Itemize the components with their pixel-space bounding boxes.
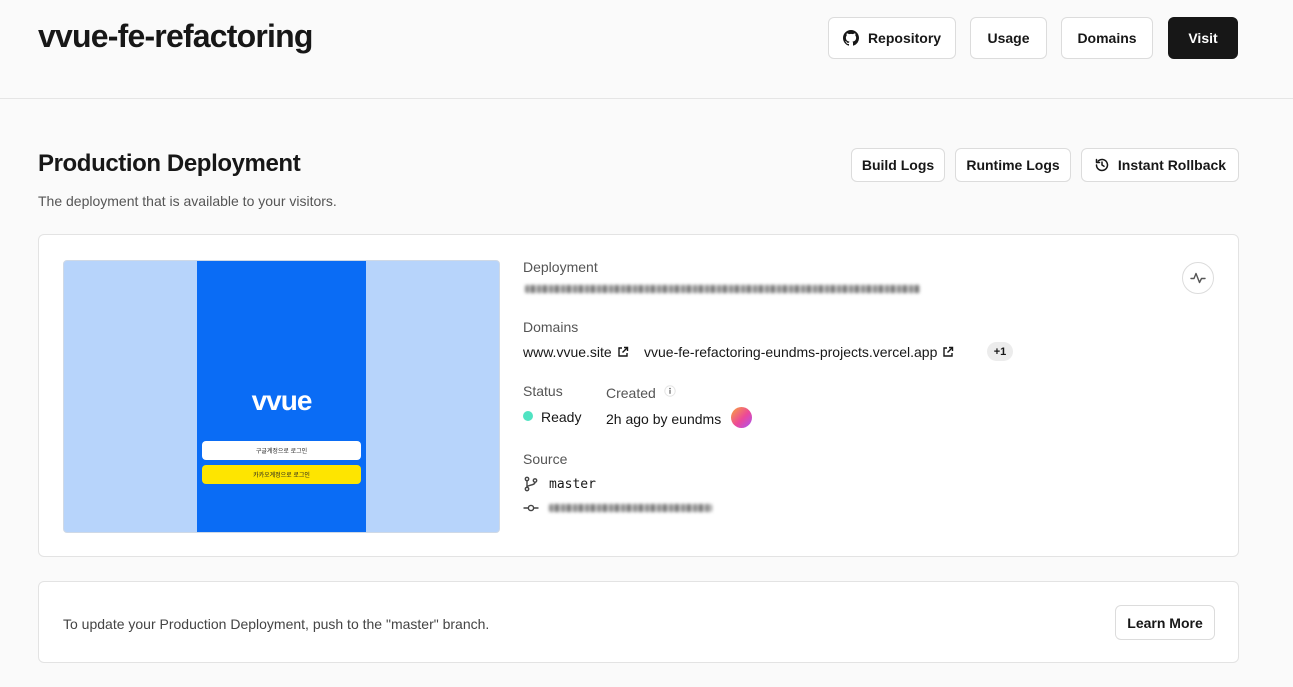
deployment-preview[interactable]: vvue 구글계정으로 로그인 카카오계정으로 로그인	[63, 260, 500, 533]
repository-button[interactable]: Repository	[828, 17, 956, 59]
kakao-login-preview: 카카오계정으로 로그인	[202, 465, 361, 484]
status-dot	[523, 411, 533, 421]
usage-button[interactable]: Usage	[970, 17, 1047, 59]
domains-button[interactable]: Domains	[1061, 17, 1153, 59]
domain-link-primary[interactable]: www.vvue.site	[523, 344, 629, 360]
activity-button[interactable]	[1182, 262, 1214, 294]
build-logs-label: Build Logs	[861, 157, 935, 173]
repository-label: Repository	[867, 30, 942, 46]
rollback-label: Instant Rollback	[1117, 157, 1227, 173]
runtime-logs-label: Runtime Logs	[966, 157, 1060, 173]
preview-screen: vvue 구글계정으로 로그인 카카오계정으로 로그인	[197, 261, 366, 532]
domain-text: www.vvue.site	[523, 344, 612, 360]
deployment-label: Deployment	[523, 259, 598, 275]
visit-label: Visit	[1188, 30, 1218, 46]
usage-label: Usage	[987, 30, 1030, 46]
project-title: vvue-fe-refactoring	[38, 18, 313, 54]
status-label: Status	[523, 383, 563, 399]
section-subtitle: The deployment that is available to your…	[38, 193, 337, 209]
domains-label: Domains	[1077, 30, 1137, 46]
app-logo: vvue	[251, 385, 313, 416]
created-value: 2h ago by eundms	[606, 411, 722, 427]
git-commit-icon	[523, 500, 539, 516]
created-label: Created	[606, 385, 656, 401]
deployment-url-redacted[interactable]	[525, 285, 920, 293]
more-domains-badge[interactable]: +1	[987, 342, 1013, 361]
build-logs-button[interactable]: Build Logs	[851, 148, 945, 182]
learn-more-button[interactable]: Learn More	[1115, 605, 1215, 640]
section-title: Production Deployment	[38, 150, 301, 177]
external-link-icon	[617, 346, 629, 358]
source-label: Source	[523, 451, 568, 467]
commit-message-redacted[interactable]	[549, 504, 712, 512]
git-branch-icon	[523, 476, 539, 492]
branch-info-text: To update your Production Deployment, pu…	[63, 616, 490, 632]
rollback-icon	[1094, 157, 1110, 173]
branch-info-card: To update your Production Deployment, pu…	[38, 581, 1239, 663]
activity-icon	[1190, 270, 1206, 286]
github-icon	[842, 30, 859, 46]
branch-name[interactable]: master	[549, 477, 596, 492]
instant-rollback-button[interactable]: Instant Rollback	[1081, 148, 1239, 182]
domains-section-label: Domains	[523, 319, 579, 335]
domain-text: vvue-fe-refactoring-eundms-projects.verc…	[644, 344, 938, 360]
avatar[interactable]	[731, 407, 752, 428]
learn-more-label: Learn More	[1127, 614, 1203, 631]
runtime-logs-button[interactable]: Runtime Logs	[955, 148, 1071, 182]
google-login-preview: 구글계정으로 로그인	[202, 441, 361, 460]
external-link-icon	[942, 346, 954, 358]
page-header: vvue-fe-refactoring Repository Usage Dom…	[0, 0, 1293, 99]
status-value: Ready	[541, 409, 582, 425]
info-icon[interactable]	[664, 385, 676, 397]
visit-button[interactable]: Visit	[1168, 17, 1238, 59]
domain-link-vercel[interactable]: vvue-fe-refactoring-eundms-projects.verc…	[644, 344, 954, 360]
